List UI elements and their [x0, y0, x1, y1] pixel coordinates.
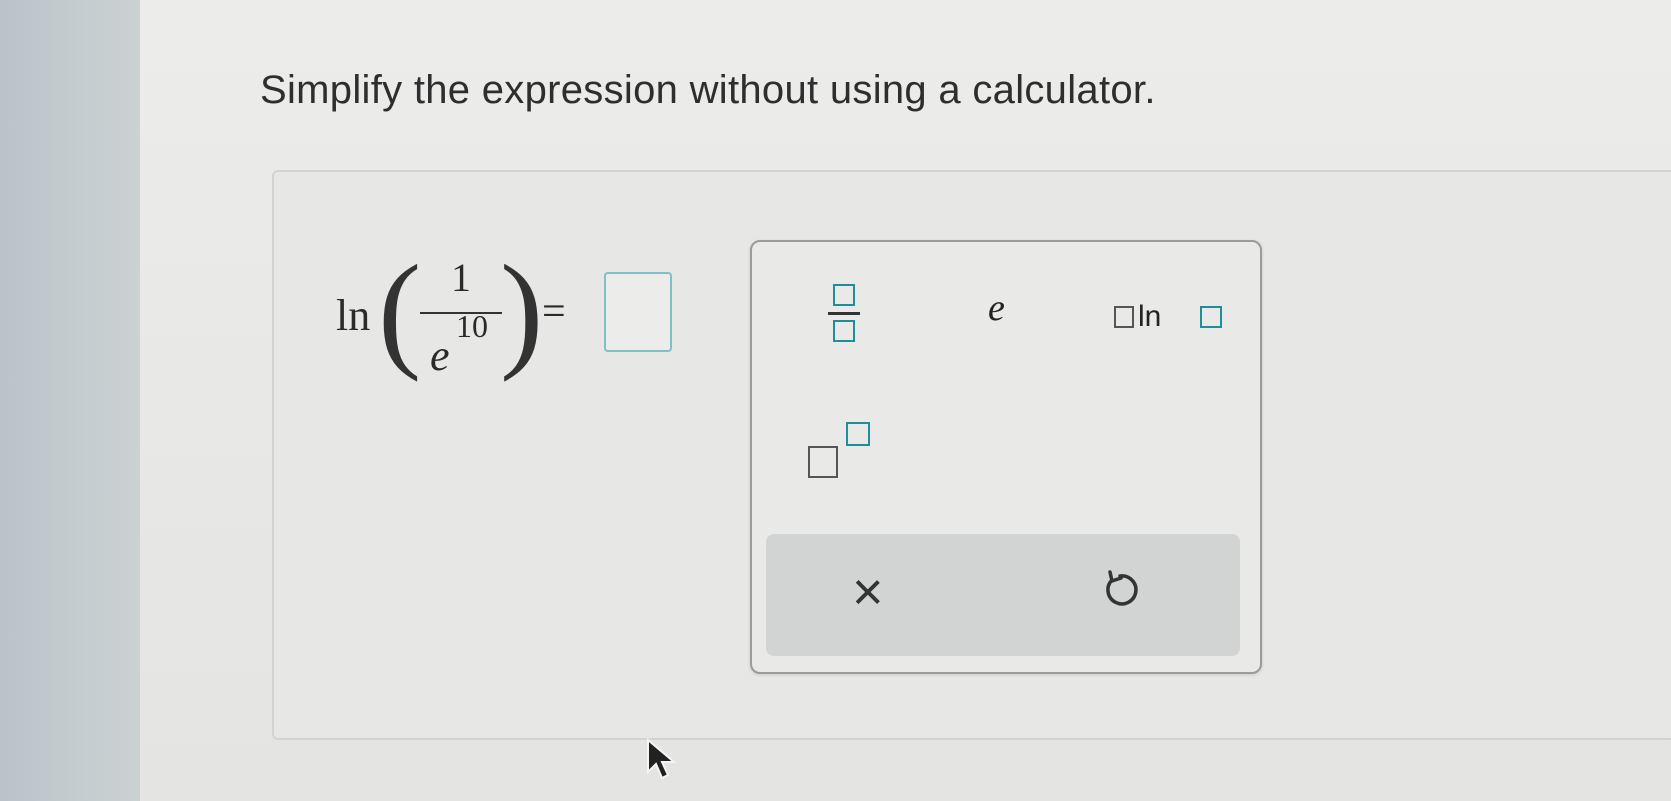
log-text: ln: [1138, 300, 1162, 333]
fraction-button[interactable]: [824, 282, 864, 342]
log-argument-slot-icon: [1114, 306, 1134, 328]
log-base-button[interactable]: ln: [1114, 300, 1222, 333]
right-paren: ): [500, 239, 544, 383]
question-prompt: Simplify the expression without using a …: [260, 68, 1156, 112]
undo-button[interactable]: [1096, 566, 1144, 614]
e-constant-button[interactable]: e: [988, 286, 1005, 330]
ln-function: ln: [336, 291, 371, 340]
answer-input[interactable]: [604, 272, 672, 352]
fraction-line-icon: [828, 312, 860, 315]
left-edge-panel: [0, 0, 150, 801]
undo-icon: [1106, 570, 1138, 606]
denominator-base: e: [430, 331, 450, 380]
log-base-slot-icon: [1200, 306, 1222, 328]
denominator-exponent: 10: [456, 308, 488, 344]
left-paren: (: [378, 239, 422, 383]
clear-button[interactable]: ×: [852, 562, 884, 622]
fraction-denominator-slot-icon: [833, 320, 855, 342]
action-bar: ×: [766, 534, 1240, 656]
numerator: 1: [451, 255, 471, 300]
exponent-button[interactable]: [808, 422, 888, 482]
exponent-power-slot-icon: [846, 422, 870, 446]
fraction-numerator-slot-icon: [833, 284, 855, 306]
mouse-cursor-icon: [647, 738, 677, 780]
exponent-base-slot-icon: [808, 446, 838, 478]
denominator: e 10: [430, 308, 488, 381]
math-palette: e ln ×: [750, 240, 1262, 674]
equals-sign: =: [542, 289, 566, 335]
